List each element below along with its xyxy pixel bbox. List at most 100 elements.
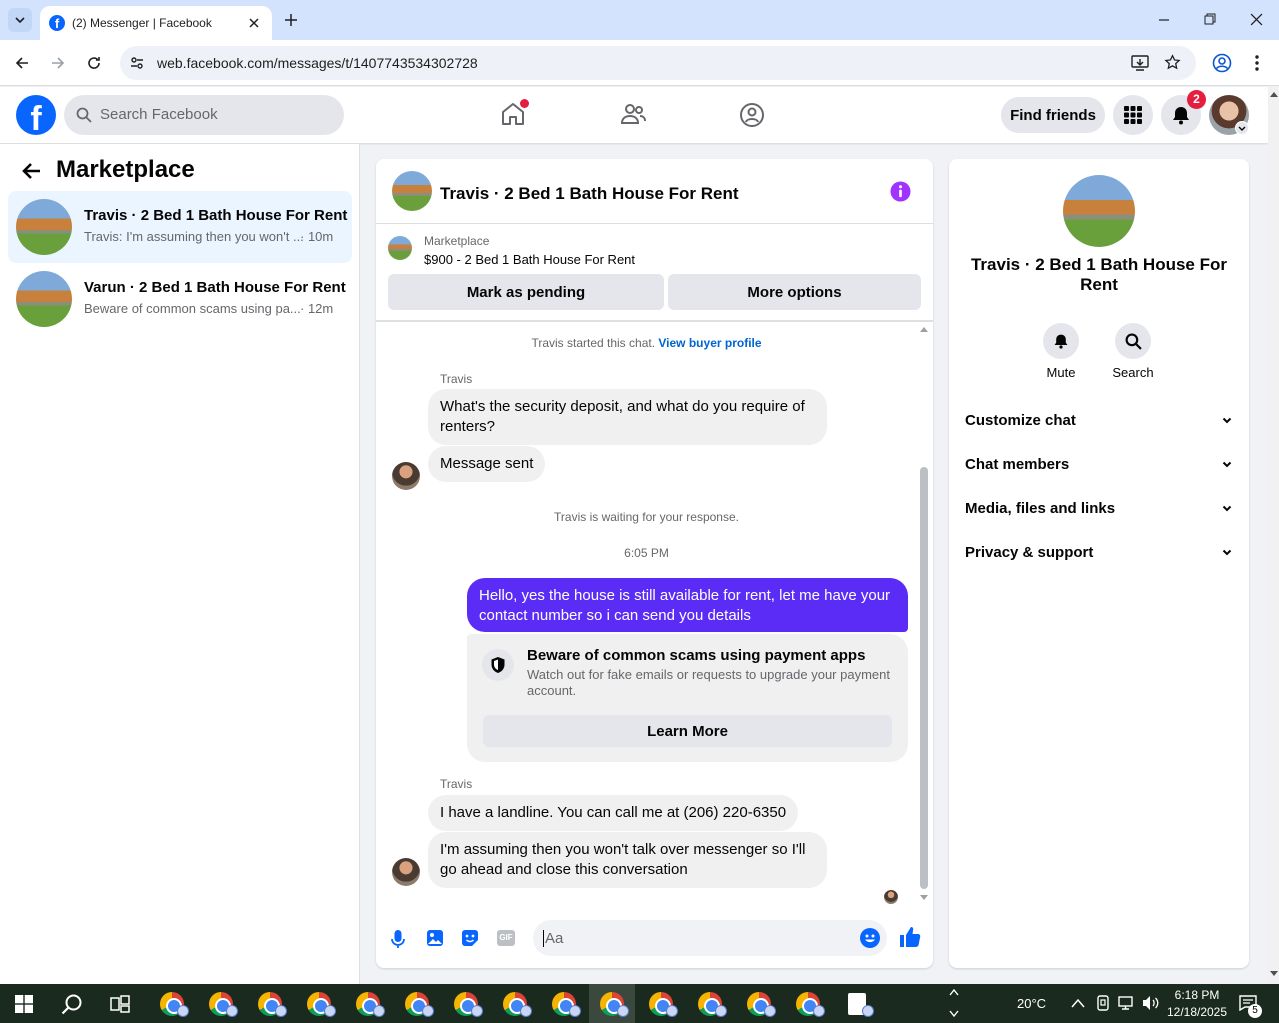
new-tab-icon[interactable] xyxy=(284,13,298,27)
clock-date[interactable]: 12/18/2025 xyxy=(1164,1005,1230,1019)
media-files-links-section[interactable]: Media, files and links xyxy=(965,488,1233,528)
reload-icon[interactable] xyxy=(86,55,102,71)
bookmark-star-icon[interactable] xyxy=(1164,54,1181,71)
listing-divider xyxy=(376,320,933,322)
more-options-button[interactable]: More options xyxy=(668,274,921,310)
browser-menu-icon[interactable] xyxy=(1254,54,1260,72)
chat-avatar[interactable] xyxy=(392,171,432,211)
taskbar-chrome-window[interactable] xyxy=(394,984,440,1023)
thread-title: Travis · 2 Bed 1 Bath House For Rent xyxy=(84,207,348,224)
mute-button[interactable] xyxy=(1043,323,1079,359)
back-icon[interactable] xyxy=(14,55,30,71)
search-icon xyxy=(1125,333,1142,350)
like-thumb-icon[interactable] xyxy=(899,926,921,948)
scroll-down-icon[interactable] xyxy=(920,895,928,901)
windows-start-icon[interactable] xyxy=(15,995,33,1013)
learn-more-button[interactable]: Learn More xyxy=(483,715,892,747)
mark-as-pending-button[interactable]: Mark as pending xyxy=(388,274,664,310)
taskbar-chrome-window[interactable] xyxy=(541,984,587,1023)
search-conversation-button[interactable] xyxy=(1115,323,1151,359)
scroll-up-icon[interactable] xyxy=(1270,91,1278,97)
friends-icon[interactable] xyxy=(620,102,646,126)
weather-temp[interactable]: 20°C xyxy=(1017,996,1046,1011)
taskbar-chrome-window[interactable] xyxy=(345,984,391,1023)
privacy-support-section[interactable]: Privacy & support xyxy=(965,532,1233,572)
message-bubble[interactable]: What's the security deposit, and what do… xyxy=(428,389,827,445)
bell-icon xyxy=(1173,107,1189,125)
message-bubble[interactable]: I have a landline. You can call me at (2… xyxy=(428,795,799,831)
header-divider xyxy=(376,223,933,224)
restore-icon[interactable] xyxy=(1204,13,1216,25)
waiting-notice: Travis is waiting for your response. xyxy=(554,510,739,524)
back-arrow-icon[interactable] xyxy=(21,162,41,180)
page-scrollbar[interactable] xyxy=(1268,87,1279,984)
taskbar-chrome-window[interactable] xyxy=(149,984,195,1023)
taskbar-chrome-window[interactable] xyxy=(785,984,831,1023)
taskbar-chrome-window[interactable] xyxy=(247,984,293,1023)
nav-home[interactable] xyxy=(500,99,529,127)
thread-preview: Travis: I'm assuming then you won't ... xyxy=(84,229,304,244)
network-icon[interactable] xyxy=(1118,996,1136,1010)
thread-thumbnail xyxy=(16,199,72,255)
chevron-down-icon[interactable] xyxy=(949,1010,959,1018)
customize-chat-section[interactable]: Customize chat xyxy=(965,400,1233,440)
clock-time[interactable]: 6:18 PM xyxy=(1166,988,1228,1002)
scam-warning-body: Watch out for fake emails or requests to… xyxy=(527,667,890,698)
message-bubble[interactable]: Message sent xyxy=(428,446,546,482)
chevron-up-icon[interactable] xyxy=(949,988,959,996)
address-bar[interactable]: web.facebook.com/messages/t/140774353430… xyxy=(120,46,1196,80)
site-info-icon[interactable] xyxy=(129,55,145,71)
taskbar-chrome-window[interactable] xyxy=(443,984,489,1023)
find-friends-button[interactable]: Find friends xyxy=(1001,97,1105,133)
message-input[interactable]: Aa xyxy=(533,920,887,956)
close-window-icon[interactable] xyxy=(1250,13,1263,26)
sender-avatar[interactable] xyxy=(392,858,420,886)
volume-icon[interactable] xyxy=(1142,995,1160,1011)
profile-icon[interactable] xyxy=(1212,53,1232,73)
search-facebook-input[interactable]: Search Facebook xyxy=(64,95,344,135)
sender-avatar[interactable] xyxy=(392,462,420,490)
thread-item-varun[interactable]: Varun · 2 Bed 1 Bath House For Rent Bewa… xyxy=(8,263,352,335)
taskbar-document-window[interactable] xyxy=(834,984,880,1023)
install-app-icon[interactable] xyxy=(1131,55,1149,71)
view-buyer-profile-link[interactable]: View buyer profile xyxy=(658,336,761,350)
info-avatar[interactable] xyxy=(1063,175,1135,247)
tray-overflow-icon[interactable] xyxy=(1071,998,1085,1008)
my-message-bubble[interactable]: Hello, yes the house is still available … xyxy=(467,578,908,632)
listing-title[interactable]: $900 - 2 Bed 1 Bath House For Rent xyxy=(424,252,635,267)
emoji-icon[interactable] xyxy=(860,928,880,948)
message-bubble[interactable]: I'm assuming then you won't talk over me… xyxy=(428,832,827,888)
tab-search-button[interactable] xyxy=(8,8,32,32)
taskbar-chrome-window[interactable] xyxy=(638,984,684,1023)
taskbar-search-icon[interactable] xyxy=(61,993,83,1015)
account-dropdown[interactable] xyxy=(1235,121,1249,135)
info-icon[interactable] xyxy=(890,181,911,202)
scroll-thumb[interactable] xyxy=(920,467,928,889)
listing-thumbnail[interactable] xyxy=(388,236,412,260)
chat-scrollbar[interactable] xyxy=(917,322,931,902)
menu-button[interactable] xyxy=(1113,95,1153,135)
close-tab-icon[interactable] xyxy=(248,17,260,29)
taskbar-chrome-window[interactable] xyxy=(736,984,782,1023)
scroll-up-icon[interactable] xyxy=(920,326,928,332)
sticker-icon[interactable] xyxy=(461,929,479,947)
gif-icon[interactable]: GIF xyxy=(497,930,515,946)
taskbar-chrome-window[interactable] xyxy=(492,984,538,1023)
task-view-icon[interactable] xyxy=(110,995,130,1013)
photo-icon[interactable] xyxy=(426,929,444,947)
minimize-icon[interactable] xyxy=(1158,14,1170,26)
facebook-logo[interactable]: f xyxy=(16,95,56,135)
browser-tab[interactable]: f (2) Messenger | Facebook xyxy=(40,6,272,40)
taskbar-chrome-window[interactable] xyxy=(687,984,733,1023)
chat-members-section[interactable]: Chat members xyxy=(965,444,1233,484)
groups-icon[interactable] xyxy=(739,102,765,128)
microphone-icon[interactable] xyxy=(391,929,405,949)
scroll-down-icon[interactable] xyxy=(1270,971,1278,977)
chat-title[interactable]: Travis · 2 Bed 1 Bath House For Rent xyxy=(440,184,739,204)
thread-item-travis[interactable]: Travis · 2 Bed 1 Bath House For Rent Tra… xyxy=(8,191,352,263)
device-icon[interactable] xyxy=(1096,995,1110,1011)
taskbar-chrome-window-active[interactable] xyxy=(589,984,635,1023)
forward-icon[interactable] xyxy=(50,55,66,71)
taskbar-chrome-window[interactable] xyxy=(296,984,342,1023)
taskbar-chrome-window[interactable] xyxy=(198,984,244,1023)
